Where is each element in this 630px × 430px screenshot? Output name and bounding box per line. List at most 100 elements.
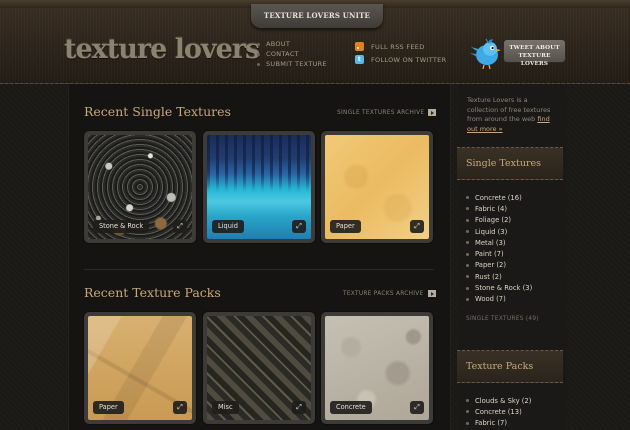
bullet-icon [466, 297, 469, 301]
expand-icon[interactable]: ⤢ [173, 220, 187, 233]
bullet-icon [257, 62, 260, 66]
expand-icon[interactable]: ⤢ [410, 220, 424, 233]
section-divider [84, 269, 434, 270]
bullet-icon [257, 42, 260, 46]
category-item[interactable]: Concrete (13) [466, 406, 531, 417]
texture-label: Misc [212, 401, 239, 414]
arrow-right-icon [427, 290, 436, 297]
texture-thumbnail: Paper ⤢ [325, 135, 429, 239]
all-single-textures-link[interactable]: SINGLE TEXTURES (49) [466, 316, 539, 322]
category-item[interactable]: Concrete (16) [466, 192, 532, 203]
rss-feed-link[interactable]: FULL RSS FEED [355, 40, 446, 53]
category-label: Paint (7) [475, 250, 504, 259]
texture-card-stone-rock[interactable]: Stone & Rock ⤢ [84, 131, 196, 243]
category-label: Concrete (13) [475, 407, 522, 416]
expand-icon[interactable]: ⤢ [173, 401, 187, 414]
bullet-icon [466, 241, 469, 245]
recent-single-textures-title: Recent Single Textures [84, 104, 231, 119]
category-label: Clouds & Sky (2) [475, 396, 532, 405]
page-background-left [0, 84, 68, 430]
site-header: TEXTURE LOVERS UNITE texture lovers ABOU… [0, 0, 630, 84]
texture-label: Liquid [212, 220, 244, 233]
feed-links: FULL RSS FEED t FOLLOW ON TWITTER [355, 40, 446, 66]
expand-icon[interactable]: ⤢ [292, 220, 306, 233]
bullet-icon [466, 252, 469, 256]
texture-thumbnail: Concrete ⤢ [325, 316, 429, 420]
bullet-icon [257, 52, 260, 56]
bullet-icon [466, 275, 469, 279]
category-item[interactable]: Clouds & Sky (2) [466, 395, 531, 406]
arrow-right-icon [428, 109, 437, 116]
texture-pack-card-concrete[interactable]: Concrete ⤢ [321, 312, 433, 424]
category-item[interactable]: Liquid (3) [466, 226, 532, 237]
category-label: Wood (7) [475, 295, 506, 304]
category-label: Concrete (16) [475, 193, 522, 202]
category-label: Fabric (7) [475, 419, 507, 428]
nav-item-about[interactable]: ABOUT [257, 39, 327, 49]
category-label: Foliage (2) [475, 216, 512, 225]
twitter-bird-icon [470, 38, 501, 70]
twitter-follow-link[interactable]: t FOLLOW ON TWITTER [355, 53, 446, 66]
feed-label: FOLLOW ON TWITTER [371, 55, 447, 64]
recent-texture-packs-title: Recent Texture Packs [84, 285, 221, 300]
nav-item-label: CONTACT [266, 50, 299, 58]
category-item[interactable]: Metal (3) [466, 237, 532, 248]
tweet-button-line2: TEXTURE LOVERS [518, 53, 551, 67]
texture-thumbnail: Stone & Rock ⤢ [88, 135, 192, 239]
site-logo[interactable]: texture lovers [64, 34, 260, 65]
rss-icon [355, 42, 364, 51]
bullet-icon [466, 410, 469, 414]
texture-pack-card-paper[interactable]: Paper ⤢ [84, 312, 196, 424]
bullet-icon [466, 230, 469, 234]
page-background-right [567, 84, 630, 430]
category-item[interactable]: Foliage (2) [466, 215, 532, 226]
texture-thumbnail: Liquid ⤢ [207, 135, 311, 239]
expand-icon[interactable]: ⤢ [292, 401, 306, 414]
category-label: Rust (2) [475, 272, 502, 281]
texture-packs-category-list: Clouds & Sky (2) Concrete (13) Fabric (7… [466, 395, 531, 429]
archive-link-label: TEXTURE PACKS ARCHIVE [343, 290, 424, 297]
tweet-about-button[interactable]: TWEET ABOUT TEXTURE LOVERS [503, 39, 566, 67]
texture-thumbnail: Paper ⤢ [88, 316, 192, 420]
texture-thumbnail: Misc ⤢ [207, 316, 311, 420]
category-label: Liquid (3) [475, 227, 508, 236]
sidebar-intro: Texture Lovers is a collection of free t… [467, 96, 559, 134]
texture-pack-card-misc[interactable]: Misc ⤢ [203, 312, 315, 424]
nav-item-submit-texture[interactable]: SUBMIT TEXTURE [257, 59, 327, 69]
bullet-icon [466, 207, 469, 211]
texture-label: Stone & Rock [93, 220, 150, 233]
category-label: Metal (3) [475, 238, 506, 247]
category-item[interactable]: Paint (7) [466, 248, 532, 259]
bullet-icon [466, 286, 469, 290]
category-item[interactable]: Paper (2) [466, 260, 532, 271]
single-textures-archive-link[interactable]: SINGLE TEXTURES ARCHIVE [337, 109, 437, 116]
header-tab: TEXTURE LOVERS UNITE [251, 4, 383, 28]
category-label: Stone & Rock (3) [475, 284, 533, 293]
bullet-icon [466, 196, 469, 200]
bullet-icon [466, 399, 469, 403]
texture-card-liquid[interactable]: Liquid ⤢ [203, 131, 315, 243]
nav-item-label: SUBMIT TEXTURE [266, 60, 327, 68]
category-item[interactable]: Fabric (4) [466, 203, 532, 214]
bullet-icon [466, 263, 469, 267]
expand-icon[interactable]: ⤢ [410, 401, 424, 414]
main-nav: ABOUT CONTACT SUBMIT TEXTURE [257, 39, 327, 69]
archive-link-label: SINGLE TEXTURES ARCHIVE [337, 109, 425, 116]
single-textures-category-list: Concrete (16) Fabric (4) Foliage (2) Liq… [466, 192, 532, 305]
bullet-icon [466, 421, 469, 425]
texture-packs-archive-link[interactable]: TEXTURE PACKS ARCHIVE [343, 290, 436, 297]
nav-item-contact[interactable]: CONTACT [257, 49, 327, 59]
category-item[interactable]: Stone & Rock (3) [466, 282, 532, 293]
texture-label: Paper [330, 220, 361, 233]
twitter-icon: t [355, 55, 364, 64]
category-item[interactable]: Fabric (7) [466, 418, 531, 429]
tweet-button-line1: TWEET ABOUT [509, 45, 560, 51]
texture-packs-heading: Texture Packs [457, 350, 563, 383]
category-label: Fabric (4) [475, 204, 507, 213]
nav-item-label: ABOUT [266, 40, 291, 48]
texture-label: Concrete [330, 401, 372, 414]
category-item[interactable]: Rust (2) [466, 271, 532, 282]
category-item[interactable]: Wood (7) [466, 294, 532, 305]
texture-card-paper[interactable]: Paper ⤢ [321, 131, 433, 243]
bullet-icon [466, 218, 469, 222]
